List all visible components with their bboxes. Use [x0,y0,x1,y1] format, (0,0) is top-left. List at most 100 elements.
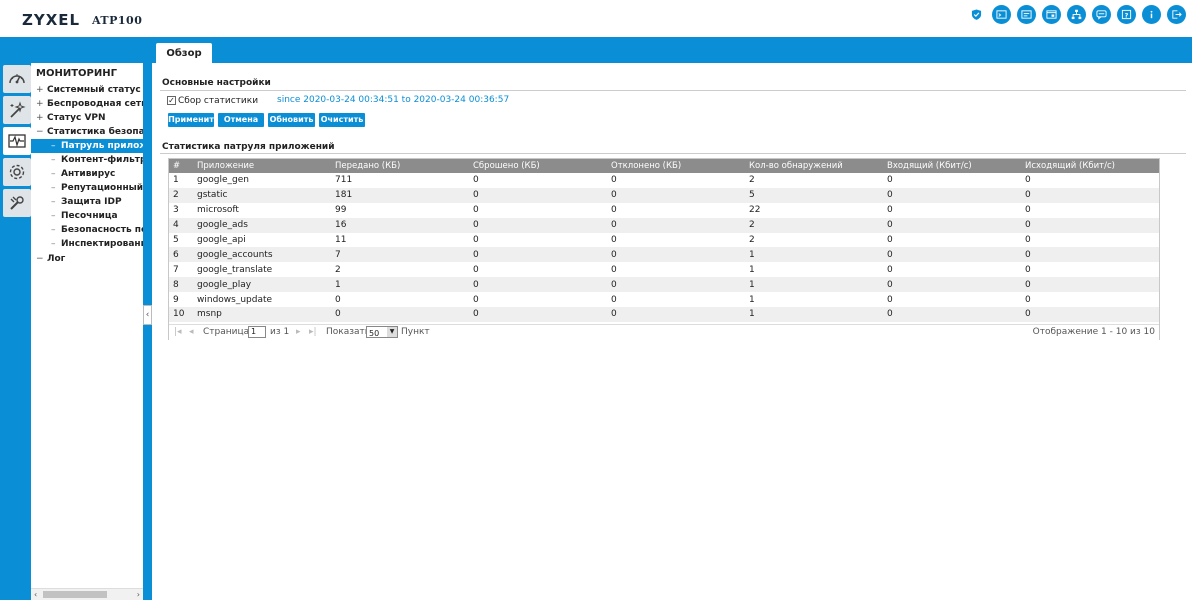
console-icon[interactable] [992,5,1011,24]
per-page-select[interactable]: 50 ▼ [366,326,398,338]
cell-application: gstatic [193,187,331,203]
clear-button[interactable]: Очистить [319,113,365,127]
table-row[interactable]: 10 msnp 0 0 0 1 0 0 [169,307,1159,322]
cell-outbound: 0 [1021,307,1159,322]
sidebar-item-system-status[interactable]: + Системный статус [36,83,141,97]
window-icon[interactable] [1042,5,1061,24]
cell-index: 4 [169,217,193,233]
info-icon[interactable] [1142,5,1161,24]
scroll-left-icon[interactable]: ‹ [34,589,37,600]
settings-icon[interactable] [3,158,31,186]
cell-inbound: 0 [887,264,893,275]
sidebar-item-ssl-inspection[interactable]: –Инспектирование SSL [31,237,143,251]
column-rejected[interactable]: Отклонено (КБ) [607,159,745,173]
sidebar-item-idp[interactable]: – Защита IDP [31,195,143,209]
scroll-right-icon[interactable]: › [137,589,140,600]
dashboard-icon[interactable] [3,65,31,93]
expand-icon: + [36,113,44,123]
header-toolbar: ? [967,5,1186,24]
expand-icon: + [36,99,44,109]
cell-transferred: 99 [335,205,347,216]
help-box-icon[interactable]: ? [1117,5,1136,24]
sidebar-item-label: Инспектирование SSL [61,239,143,249]
section-divider [160,90,1186,91]
sidebar-item-wireless[interactable]: + Беспроводная сеть [36,97,143,111]
sidebar-item-content-filter[interactable]: – Контент-фильтр [31,153,143,167]
cell-transferred: 11 [335,235,347,245]
cell-index: 7 [173,264,179,275]
shield-icon[interactable] [967,5,986,24]
table-row[interactable]: 3 microsoft 99 0 0 22 0 0 [169,203,1159,218]
sidebar-item-log[interactable]: − Лог [36,252,65,266]
cell-transferred: 1 [331,277,469,293]
sidebar-item-app-patrol[interactable]: –Патруль приложений [31,139,143,153]
column-transferred[interactable]: Передано (КБ) [331,159,469,173]
per-page-value: 50 [369,329,380,338]
monitor-icon[interactable] [3,127,31,155]
scrollbar-thumb[interactable] [43,591,107,598]
sidebar-item-label: Патруль приложений [61,141,143,151]
table-row[interactable]: 9 windows_update 0 0 0 1 0 0 [169,292,1159,307]
wizard-icon[interactable] [3,96,31,124]
column-hits[interactable]: Кол-во обнаружений [745,159,883,173]
last-page-icon[interactable]: ▸| [309,327,317,337]
cell-dropped: 0 [469,277,607,293]
cell-rejected: 0 [607,247,745,263]
cell-index: 10 [169,307,193,322]
chat-icon[interactable] [1092,5,1111,24]
table-row[interactable]: 2 gstatic 181 0 0 5 0 0 [169,187,1159,203]
prev-page-icon[interactable]: ◂ [189,327,194,337]
cell-application: microsoft [197,205,239,216]
refresh-button[interactable]: Обновить [268,113,315,127]
maintenance-icon[interactable] [3,189,31,217]
logout-icon[interactable] [1167,5,1186,24]
sidebar-item-mail-security[interactable]: –Безопасность почты [31,223,143,237]
page-of-label: из 1 [270,327,290,337]
table-row[interactable]: 1 google_gen 711 0 0 2 0 0 [169,173,1159,188]
collect-stats-checkbox[interactable]: ✓ [167,96,176,105]
sidebar-item-sandbox[interactable]: – Песочница [31,209,143,223]
sidebar-item-vpn-status[interactable]: + Статус VPN [36,111,106,125]
sidebar-item-label: Статус VPN [47,113,106,123]
sidebar-item-antivirus[interactable]: – Антивирус [31,167,143,181]
next-page-icon[interactable]: ▸ [296,327,301,337]
cell-inbound: 0 [887,235,893,245]
cli-icon[interactable] [1017,5,1036,24]
cell-hits: 1 [745,247,883,263]
column-outbound[interactable]: Исходящий (Кбит/с) [1021,159,1159,173]
cell-application: google_accounts [193,247,331,263]
cell-dropped: 0 [469,217,607,233]
sidebar-item-reputation-filter[interactable]: –Репутационный фильтр [31,181,143,195]
cell-index: 9 [173,294,179,305]
column-dropped[interactable]: Сброшено (КБ) [469,159,607,173]
cell-rejected: 0 [607,187,745,203]
page-input[interactable]: 1 [248,326,266,338]
network-icon[interactable] [1067,5,1086,24]
sidebar-item-security-stats[interactable]: −Статистика безопасности [36,125,143,139]
table-row[interactable]: 6 google_accounts 7 0 0 1 0 0 [169,247,1159,263]
table-row[interactable]: 5 google_api 11 0 0 2 0 0 [169,233,1159,248]
cell-dropped: 0 [469,187,607,203]
first-page-icon[interactable]: |◂ [174,327,182,337]
section-divider [160,153,1186,154]
cell-transferred: 181 [331,187,469,203]
cell-outbound: 0 [1025,235,1031,245]
table-row[interactable]: 4 google_ads 16 0 0 2 0 0 [169,217,1159,233]
cell-application: google_play [193,277,331,293]
cell-rejected: 0 [607,277,745,293]
column-inbound[interactable]: Входящий (Кбит/с) [883,159,1021,173]
collapse-sidebar-icon[interactable]: ‹ [143,305,152,325]
sidebar-item-label: Системный статус [47,85,141,95]
cell-hits: 1 [745,277,883,293]
sidebar-item-label: Беспроводная сеть [47,99,143,109]
cell-outbound: 0 [1021,217,1159,233]
cancel-button[interactable]: Отмена [218,113,264,127]
table-row[interactable]: 8 google_play 1 0 0 1 0 0 [169,277,1159,293]
sidebar-scrollbar[interactable]: ‹ › [31,588,143,600]
tab-overview[interactable]: Обзор [156,43,212,64]
column-application[interactable]: Приложение [193,159,331,173]
table-row[interactable]: 7 google_translate 2 0 0 1 0 0 [169,262,1159,277]
column-index[interactable]: # [169,159,193,173]
cell-rejected: 0 [611,235,617,245]
apply-button[interactable]: Применит [168,113,214,127]
